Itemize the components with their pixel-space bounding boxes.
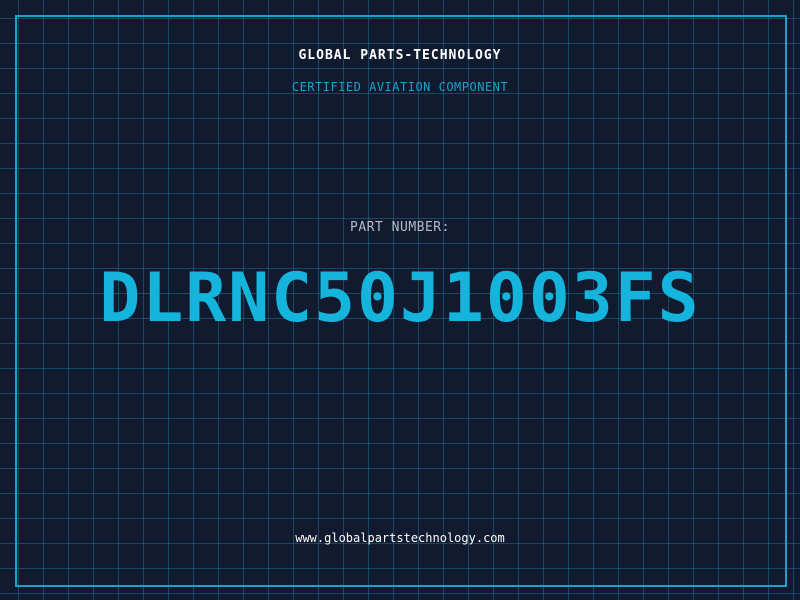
part-number-value: DLRNC50J1003FS [99, 259, 701, 338]
website-url: www.globalpartstechnology.com [295, 531, 505, 545]
company-name: GLOBAL PARTS-TECHNOLOGY [298, 48, 502, 63]
part-number-label: PART NUMBER: [350, 220, 450, 235]
certification-tagline: CERTIFIED AVIATION COMPONENT [291, 80, 509, 94]
